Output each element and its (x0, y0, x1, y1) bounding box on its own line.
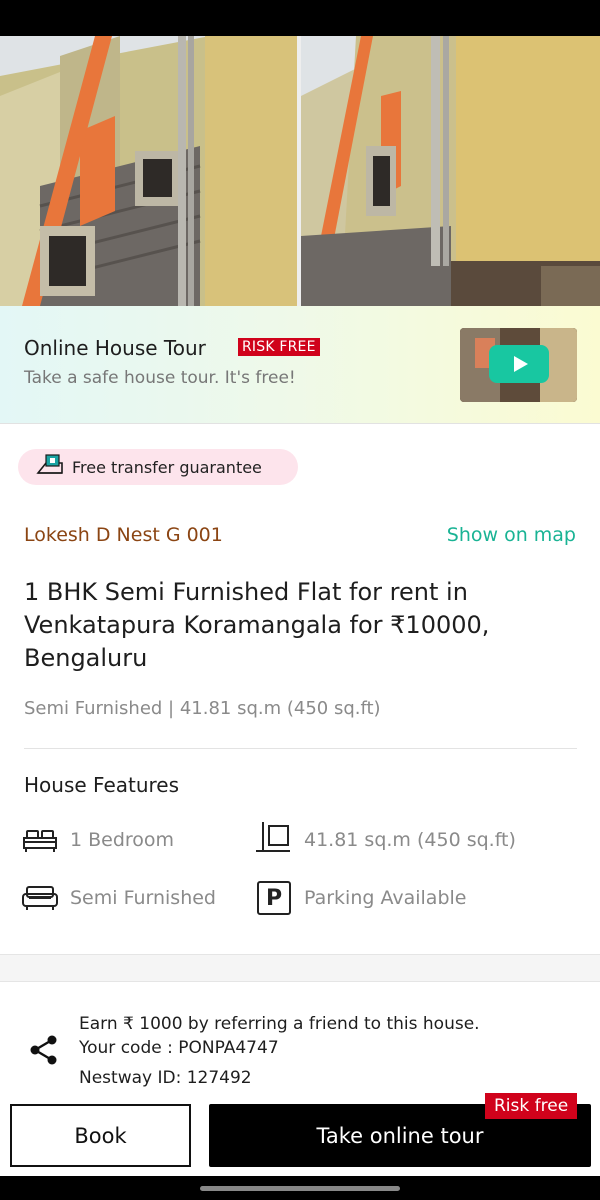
section-separator (0, 954, 600, 982)
lister-name: Lokesh D Nest G 001 (24, 524, 223, 546)
property-photo-1[interactable] (0, 36, 297, 306)
status-bar (0, 0, 600, 36)
play-icon[interactable] (489, 345, 549, 383)
tour-video-thumbnail[interactable] (460, 328, 577, 402)
guarantee-label: Free transfer guarantee (72, 457, 262, 477)
referral-code: Your code : PONPA4747 (79, 1038, 279, 1058)
feature-label: 41.81 sq.m (450 sq.ft) (304, 829, 516, 851)
parking-glyph: P (257, 881, 291, 915)
risk-free-tag: Risk free (485, 1093, 578, 1119)
house-features-heading: House Features (24, 773, 180, 797)
risk-free-badge: RISK FREE (238, 338, 320, 356)
listing-title: 1 BHK Semi Furnished Flat for rent in Ve… (24, 578, 490, 672)
property-photo-2[interactable] (301, 36, 600, 306)
referral-text: Earn ₹ 1000 by referring a friend to thi… (79, 1012, 480, 1060)
feature-label: Parking Available (304, 887, 467, 909)
free-transfer-guarantee-pill[interactable]: Free transfer guarantee (18, 449, 298, 485)
book-button[interactable]: Book (10, 1104, 191, 1167)
photo-gallery[interactable] (0, 36, 600, 306)
truck-icon (36, 453, 64, 481)
show-on-map-link[interactable]: Show on map (447, 524, 576, 546)
referral-offer: Earn ₹ 1000 by referring a friend to thi… (79, 1014, 480, 1034)
feature-furnishing: Semi Furnished (22, 880, 216, 916)
home-gesture-handle[interactable] (200, 1186, 400, 1191)
sofa-icon (22, 880, 58, 916)
divider (24, 748, 577, 749)
online-tour-banner[interactable]: Online House Tour RISK FREE Take a safe … (0, 306, 600, 424)
feature-bedroom: 1 Bedroom (22, 822, 174, 858)
tour-subtitle: Take a safe house tour. It's free! (24, 368, 296, 388)
share-icon[interactable] (28, 1034, 60, 1066)
feature-label: 1 Bedroom (70, 829, 175, 851)
listing-summary: Semi Furnished | 41.81 sq.m (450 sq.ft) (24, 698, 381, 719)
tour-title: Online House Tour (24, 336, 206, 360)
feature-parking: P Parking Available (256, 880, 466, 916)
feature-label: Semi Furnished (70, 887, 216, 909)
bed-icon (22, 822, 58, 858)
feature-area: 41.81 sq.m (450 sq.ft) (256, 822, 516, 858)
area-icon (256, 822, 292, 858)
nestway-id: Nestway ID: 127492 (79, 1068, 252, 1088)
parking-icon: P (256, 880, 292, 916)
